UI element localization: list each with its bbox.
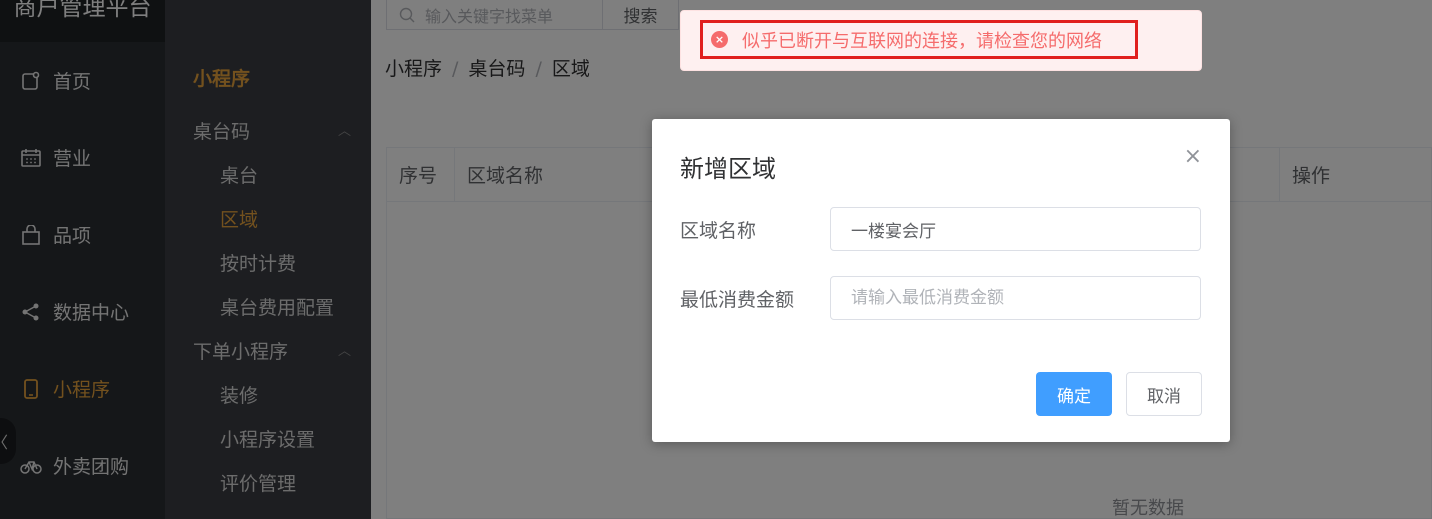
toast-highlight-box: × 似乎已断开与互联网的连接，请检查您的网络 xyxy=(700,20,1138,59)
close-icon[interactable]: × xyxy=(1184,145,1202,169)
form-row-area-name: 区域名称 xyxy=(680,207,1201,251)
area-name-input[interactable] xyxy=(830,207,1201,251)
dialog-title: 新增区域 xyxy=(680,155,776,183)
cancel-button[interactable]: 取消 xyxy=(1126,372,1202,416)
toast-message: 似乎已断开与互联网的连接，请检查您的网络 xyxy=(742,30,1102,52)
area-name-label: 区域名称 xyxy=(680,219,757,242)
add-area-dialog: 新增区域 × 区域名称 最低消费金额 确定 取消 xyxy=(652,119,1230,442)
min-spend-label: 最低消费金额 xyxy=(680,288,795,311)
confirm-button[interactable]: 确定 xyxy=(1036,372,1112,416)
form-row-min-spend: 最低消费金额 xyxy=(680,276,1201,320)
error-toast: × 似乎已断开与互联网的连接，请检查您的网络 xyxy=(680,10,1202,71)
min-spend-input[interactable] xyxy=(830,276,1201,320)
error-circle-icon: × xyxy=(711,31,728,48)
